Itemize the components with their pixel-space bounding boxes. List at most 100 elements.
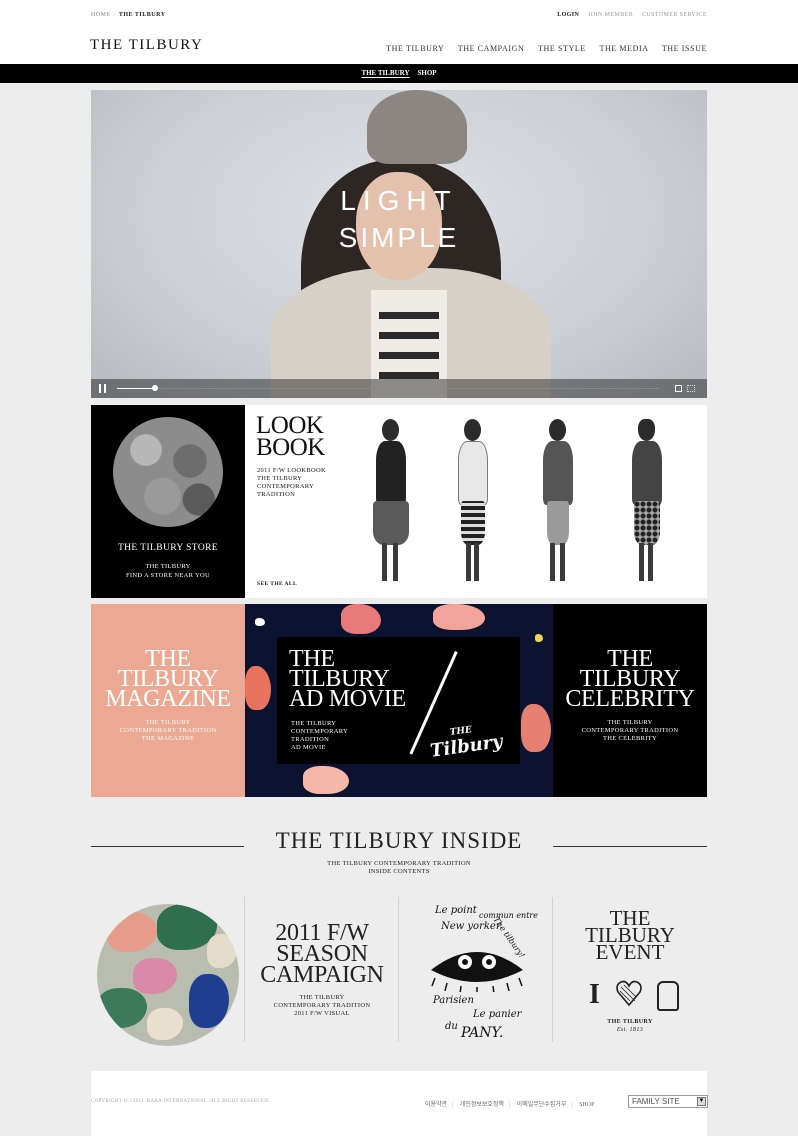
magazine-title-line3: MAGAZINE (105, 686, 231, 712)
confetti (255, 618, 265, 626)
camo-pattern-image (97, 904, 239, 1046)
event-est: Est. 1813 (616, 1027, 644, 1033)
link-separator: | (508, 1102, 511, 1108)
event-card[interactable]: THE TILBURY EVENT I THE TILBURY Est. 181… (553, 897, 707, 1047)
sketch-text-7: du (445, 1021, 458, 1032)
nav-the-style[interactable]: THE STYLE (538, 44, 586, 53)
celebrity-line3: THE CELEBRITY (603, 735, 657, 742)
ad-movie-banner[interactable]: THE TILBURY AD MOVIE THE TILBURY CONTEMP… (245, 604, 553, 797)
privacy-link[interactable]: 개인정보보호정책 (460, 1102, 504, 1108)
camo-card[interactable] (91, 897, 245, 1047)
lookbook-model-2[interactable] (452, 419, 492, 585)
event-logo: THE TILBURY (607, 1019, 653, 1025)
shop-link[interactable]: SHOP (579, 1102, 594, 1108)
lookbook-title-line2: BOOK (256, 434, 325, 461)
sub-nav-bar: THE TILBURY SHOP (0, 64, 798, 83)
site-logo[interactable]: THE TILBURY (90, 37, 203, 54)
join-member-link[interactable]: JOIN MEMBER (588, 12, 633, 18)
hero-video[interactable]: LIGHT SIMPLE (91, 90, 707, 398)
sketch-text-2: commun entre (479, 911, 538, 920)
terms-link[interactable]: 이용약관 (425, 1102, 447, 1108)
ad-movie-line4: AD MOVIE (291, 744, 326, 751)
nav-the-issue[interactable]: THE ISSUE (662, 44, 707, 53)
store-banner[interactable]: THE TILBURY STORE THE TILBURY FIND A STO… (91, 405, 245, 598)
lookbook-line4: TRADITION (257, 491, 296, 498)
breadcrumb-home[interactable]: HOME (91, 12, 111, 18)
family-site-value: FAMILY SITE (632, 1097, 680, 1106)
floral-petal (341, 604, 381, 634)
inside-rule-right (553, 846, 707, 847)
resize-icon[interactable] (687, 385, 695, 392)
lookbook-model-3[interactable] (537, 419, 577, 585)
season-campaign-card[interactable]: 2011 F/W SEASON CAMPAIGN THE TILBURY CON… (245, 897, 399, 1047)
lookbook-model-4[interactable] (626, 419, 666, 585)
ad-movie-title-line3: AD MOVIE (289, 686, 406, 712)
i-letter-icon: I (589, 979, 600, 1010)
sketch-text-5: Parisien (433, 995, 474, 1006)
eye-icon (431, 952, 523, 992)
celebrity-title-line3: CELEBRITY (565, 686, 695, 712)
site-footer: COPYRIGHT (C) 2011. BARA INTERNATIONAL. … (91, 1071, 708, 1136)
lookbook-banner[interactable]: LOOK BOOK 2011 F/W LOOKBOOK THE TILBURY … (245, 405, 707, 598)
model-beanie (367, 90, 467, 164)
main-nav: THE TILBURY THE CAMPAIGN THE STYLE THE M… (375, 44, 707, 53)
tilbury-script-logo: THE Tilbury (427, 718, 504, 762)
heart-icon (616, 980, 642, 1007)
pause-icon[interactable] (99, 384, 108, 393)
nav-the-media[interactable]: THE MEDIA (599, 44, 648, 53)
breadcrumb-separator: / (113, 12, 116, 18)
confetti (535, 634, 543, 642)
sketch-card[interactable]: Le point commun entre New yorker The til… (399, 897, 553, 1047)
floral-petal (521, 704, 551, 752)
camo-disc-image (113, 417, 223, 527)
subnav-shop[interactable]: SHOP (418, 69, 437, 77)
inside-title: THE TILBURY INSIDE (275, 828, 523, 853)
customer-service-link[interactable]: CUSTOMER SERVICE (642, 12, 707, 18)
nav-the-campaign[interactable]: THE CAMPAIGN (458, 44, 525, 53)
sketch-text-6: Le panier (473, 1009, 522, 1020)
store-sub-brand: THE TILBURY (145, 563, 191, 570)
store-find-link[interactable]: FIND A STORE NEAR YOU (91, 572, 245, 579)
login-link[interactable]: LOGIN (557, 12, 579, 18)
hero-title-line2: SIMPLE (338, 222, 460, 253)
video-progress-fill (117, 388, 155, 389)
video-progress-track[interactable] (117, 388, 659, 389)
inside-sub-line2: INSIDE CONTENTS (368, 868, 430, 875)
hero-title-line1: LIGHT (340, 185, 458, 216)
floral-petal (433, 604, 485, 630)
script-logo-tilbury: Tilbury (428, 730, 504, 762)
inside-rule-left (91, 846, 244, 847)
floral-petal (303, 766, 349, 794)
subnav-the-tilbury[interactable]: THE TILBURY (361, 69, 409, 77)
video-controls (91, 379, 707, 398)
breadcrumb-current: THE TILBURY (118, 12, 166, 18)
lookbook-model-1[interactable] (370, 419, 410, 585)
season-title-line3: CAMPAIGN (260, 962, 384, 988)
fullscreen-icon[interactable] (675, 385, 682, 392)
copyright-text: COPYRIGHT (C) 2011. BARA INTERNATIONAL. … (91, 1099, 270, 1104)
footer-links: 이용약관 | 개인정보보호정책 | 이메일무단수집거부 | SHOP (425, 1099, 599, 1108)
link-separator: | (452, 1102, 454, 1108)
video-progress-knob[interactable] (151, 385, 158, 391)
utility-nav: LOGIN JOIN MEMBER CUSTOMER SERVICE (550, 12, 707, 18)
sketch-text-8: PANY. (461, 1025, 504, 1041)
floral-petal (245, 666, 271, 710)
season-line3: 2011 F/W VISUAL (294, 1010, 350, 1017)
family-site-select[interactable]: FAMILY SITE ▼ (628, 1095, 708, 1108)
site-header: HOME / THE TILBURY LOGIN JOIN MEMBER CUSTO… (0, 0, 798, 64)
ad-movie-card: THE TILBURY AD MOVIE THE TILBURY CONTEMP… (277, 637, 520, 764)
store-title: THE TILBURY STORE (117, 543, 219, 553)
celebrity-banner[interactable]: THE TILBURY CELEBRITY THE TILBURY CONTEM… (553, 604, 707, 797)
link-separator: | (571, 1102, 573, 1108)
nav-the-tilbury[interactable]: THE TILBURY (386, 44, 444, 53)
magazine-line3: THE MAGAZINE (141, 735, 195, 742)
event-title-line3: EVENT (595, 940, 665, 964)
jar-icon (657, 981, 679, 1011)
chevron-down-icon[interactable]: ▼ (697, 1097, 706, 1106)
magazine-banner[interactable]: THE TILBURY MAGAZINE THE TILBURY CONTEMP… (91, 604, 245, 797)
sketch-text-1: Le point (435, 905, 477, 916)
email-refusal-link[interactable]: 이메일무단수집거부 (517, 1102, 567, 1108)
see-all-link[interactable]: SEE THE ALL (257, 581, 297, 587)
breadcrumb: HOME / THE TILBURY (91, 12, 166, 18)
sketch-text-3: New yorker (441, 921, 501, 932)
